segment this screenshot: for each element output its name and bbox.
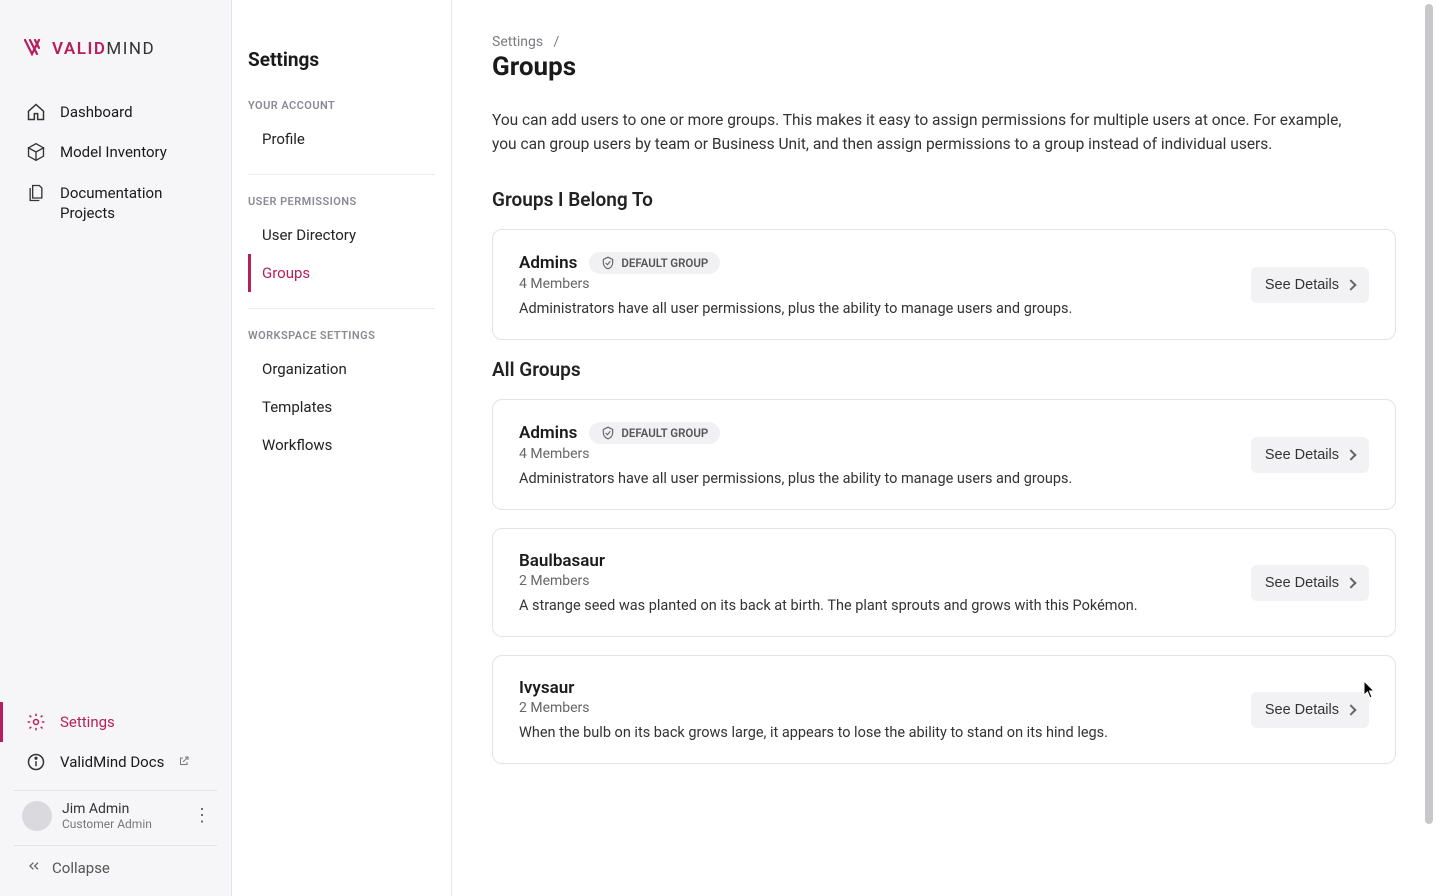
settings-item-workflows[interactable]: Workflows [248, 426, 435, 464]
see-details-label: See Details [1265, 575, 1339, 591]
see-details-button[interactable]: See Details [1251, 565, 1369, 601]
group-member-count: 2 Members [519, 700, 1231, 716]
see-details-label: See Details [1265, 447, 1339, 463]
shield-check-icon [601, 426, 615, 440]
nav-documentation-projects[interactable]: Documentation Projects [14, 173, 217, 234]
user-role: Customer Admin [62, 817, 183, 831]
see-details-button[interactable]: See Details [1251, 692, 1369, 728]
collapse-sidebar-button[interactable]: Collapse [14, 845, 217, 882]
divider [248, 174, 435, 175]
section-all-groups-title: All Groups [492, 358, 1396, 381]
chevron-right-icon [1345, 279, 1356, 290]
group-card: Baulbasaur 2 Members A strange seed was … [492, 528, 1396, 637]
svg-text:VALIDMIND: VALIDMIND [52, 39, 155, 59]
page-intro: You can add users to one or more groups.… [492, 108, 1342, 156]
group-member-count: 2 Members [519, 573, 1231, 589]
avatar [22, 801, 52, 831]
primary-sidebar: VALIDMIND Dashboard Model Inventory [0, 0, 232, 896]
default-group-badge-label: DEFAULT GROUP [621, 256, 708, 270]
group-name: Ivysaur [519, 678, 574, 698]
brand-logo: VALIDMIND [24, 34, 207, 64]
see-details-button[interactable]: See Details [1251, 267, 1369, 303]
default-group-badge: DEFAULT GROUP [589, 422, 720, 444]
user-menu-kebab-icon[interactable]: ⋮ [193, 814, 209, 818]
nav-validmind-docs[interactable]: ValidMind Docs [14, 742, 217, 782]
nav-documentation-projects-label: Documentation Projects [60, 183, 205, 224]
scrollbar-track[interactable] [1422, 0, 1436, 896]
nav-dashboard-label: Dashboard [60, 102, 133, 122]
nav-model-inventory-label: Model Inventory [60, 142, 167, 162]
nav-dashboard[interactable]: Dashboard [14, 92, 217, 132]
chevrons-left-icon [26, 858, 42, 878]
group-description: Administrators have all user permissions… [519, 300, 1231, 317]
default-group-badge-label: DEFAULT GROUP [621, 426, 708, 440]
gear-icon [26, 712, 46, 732]
settings-panel-title: Settings [248, 48, 435, 71]
shield-check-icon [601, 256, 615, 270]
breadcrumb-parent[interactable]: Settings [492, 34, 543, 50]
external-link-icon [178, 753, 190, 771]
group-description: When the bulb on its back grows large, i… [519, 724, 1231, 741]
group-card: Admins DEFAULT GROUP 4 Members Administr… [492, 399, 1396, 510]
chevron-right-icon [1345, 449, 1356, 460]
breadcrumb-separator: / [554, 34, 560, 50]
see-details-button[interactable]: See Details [1251, 437, 1369, 473]
group-name: Admins [519, 253, 577, 273]
nav-validmind-docs-label: ValidMind Docs [60, 752, 164, 772]
group-description: Administrators have all user permissions… [519, 470, 1231, 487]
collapse-label: Collapse [52, 859, 110, 877]
settings-item-groups[interactable]: Groups [248, 254, 435, 292]
group-card: Admins DEFAULT GROUP 4 Members Administr… [492, 229, 1396, 340]
home-icon [26, 102, 46, 122]
group-description: A strange seed was planted on its back a… [519, 597, 1231, 614]
settings-item-profile[interactable]: Profile [248, 120, 435, 158]
user-block: Jim Admin Customer Admin ⋮ [14, 790, 217, 841]
default-group-badge: DEFAULT GROUP [589, 252, 720, 274]
group-name: Baulbasaur [519, 551, 605, 571]
settings-item-user-directory[interactable]: User Directory [248, 216, 435, 254]
chevron-right-icon [1345, 704, 1356, 715]
validmind-logo-icon: VALIDMIND [24, 34, 174, 60]
documents-icon [26, 183, 46, 203]
info-icon [26, 752, 46, 772]
group-member-count: 4 Members [519, 446, 1231, 462]
settings-sidebar: Settings YOUR ACCOUNT Profile USER PERMI… [232, 0, 452, 896]
user-name: Jim Admin [62, 801, 183, 817]
settings-item-organization[interactable]: Organization [248, 350, 435, 388]
scrollbar-thumb[interactable] [1425, 4, 1433, 824]
see-details-label: See Details [1265, 277, 1339, 293]
section-your-account-label: YOUR ACCOUNT [248, 99, 435, 112]
chevron-right-icon [1345, 577, 1356, 588]
nav-settings-label: Settings [60, 712, 115, 732]
page-title: Groups [492, 52, 1396, 82]
nav-model-inventory[interactable]: Model Inventory [14, 132, 217, 172]
cube-icon [26, 142, 46, 162]
group-name: Admins [519, 423, 577, 443]
main-content: Settings / Groups You can add users to o… [452, 0, 1436, 896]
settings-item-templates[interactable]: Templates [248, 388, 435, 426]
section-user-permissions-label: USER PERMISSIONS [248, 195, 435, 208]
divider [248, 308, 435, 309]
nav-settings[interactable]: Settings [0, 702, 217, 742]
section-my-groups-title: Groups I Belong To [492, 188, 1396, 211]
group-card: Ivysaur 2 Members When the bulb on its b… [492, 655, 1396, 764]
group-member-count: 4 Members [519, 276, 1231, 292]
breadcrumb: Settings / [492, 34, 1396, 50]
see-details-label: See Details [1265, 702, 1339, 718]
section-workspace-settings-label: WORKSPACE SETTINGS [248, 329, 435, 342]
